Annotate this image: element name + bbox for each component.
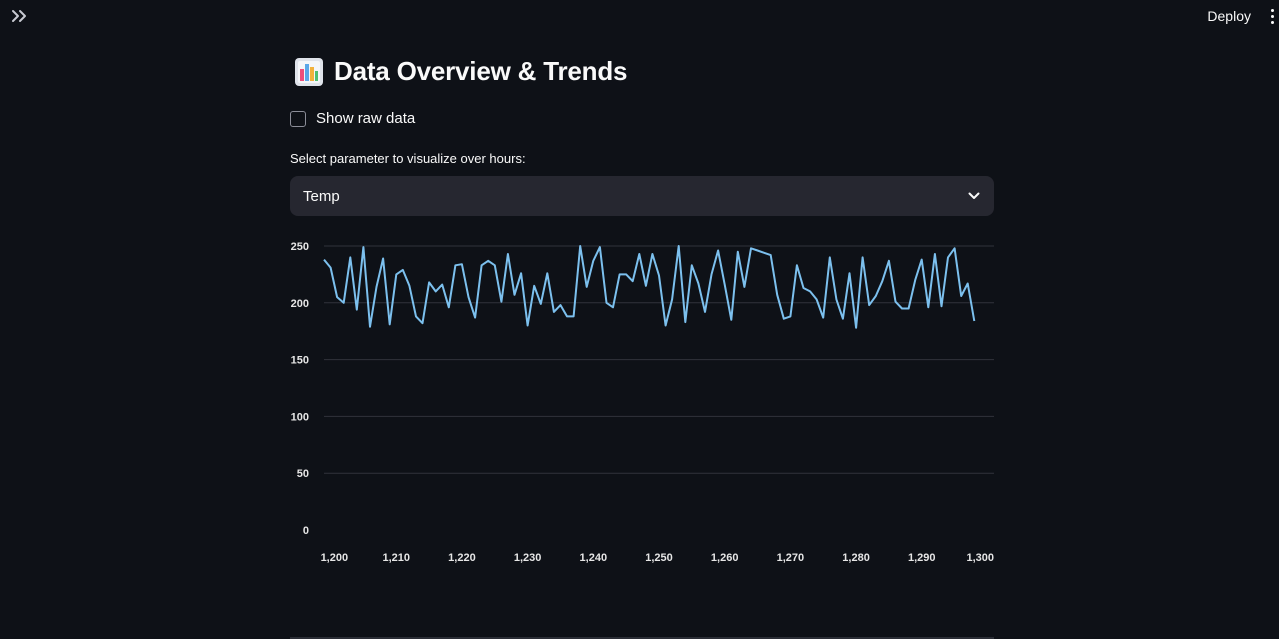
y-tick-label: 250 xyxy=(291,241,309,253)
parameter-select[interactable]: Temp xyxy=(290,176,994,216)
deploy-button[interactable]: Deploy xyxy=(1198,2,1260,30)
x-tick-label: 1,220 xyxy=(448,552,476,564)
x-tick-label: 1,260 xyxy=(711,552,739,564)
top-toolbar: Deploy xyxy=(1198,0,1279,32)
main-menu-button[interactable] xyxy=(1266,2,1278,30)
y-tick-label: 100 xyxy=(291,411,309,423)
x-tick-label: 1,230 xyxy=(514,552,542,564)
y-tick-label: 50 xyxy=(297,468,309,480)
bar-chart-emoji-icon xyxy=(295,57,323,86)
title-row: Data Overview & Trends xyxy=(294,56,627,87)
double-chevron-right-icon xyxy=(12,10,26,22)
chart-svg: 0 50 100 150 200 250 1,200 1,210 1,220 1,230 1,240… xyxy=(291,241,994,564)
y-tick-label: 0 xyxy=(303,525,309,537)
line-chart[interactable]: 0 50 100 150 200 250 1,200 1,210 1,220 1,230 1,240… xyxy=(290,232,994,572)
x-tick-label: 1,240 xyxy=(580,552,608,564)
x-tick-label: 1,200 xyxy=(321,552,349,564)
show-raw-data-checkbox[interactable]: Show raw data xyxy=(290,110,415,127)
select-value: Temp xyxy=(303,187,340,205)
vertical-ellipsis-icon xyxy=(1270,8,1274,12)
chevron-down-icon xyxy=(968,192,980,199)
y-tick-label: 150 xyxy=(291,355,309,367)
checkbox-label: Show raw data xyxy=(316,110,416,127)
x-tick-label: 1,300 xyxy=(966,552,994,564)
checkbox-box[interactable] xyxy=(290,110,306,127)
x-tick-label: 1,280 xyxy=(842,552,870,564)
y-tick-label: 200 xyxy=(291,298,309,310)
x-tick-label: 1,270 xyxy=(777,552,805,564)
x-tick-label: 1,250 xyxy=(645,552,673,564)
select-label: Select parameter to visualize over hours… xyxy=(290,151,526,166)
sidebar-expand-button[interactable] xyxy=(9,6,31,26)
page-title: Data Overview & Trends xyxy=(334,56,628,86)
x-tick-label: 1,290 xyxy=(908,552,936,564)
temp-series-line xyxy=(323,245,976,329)
x-tick-label: 1,210 xyxy=(382,552,410,564)
app-root: Deploy Data Overview & Trends Show raw d… xyxy=(0,0,1279,639)
